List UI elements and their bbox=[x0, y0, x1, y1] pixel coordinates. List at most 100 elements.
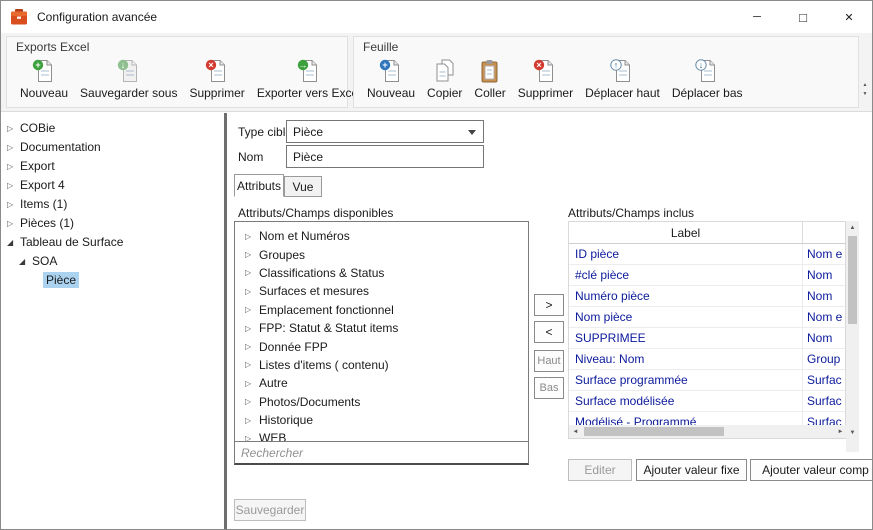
tree-item-export-4[interactable]: ▷ Export 4 bbox=[1, 176, 223, 194]
tree-item-tableau-de-surface[interactable]: ◢ Tableau de Surface bbox=[1, 233, 223, 251]
add-fixed-value-button[interactable]: Ajouter valeur fixe bbox=[636, 459, 747, 481]
available-item[interactable]: ▷ Classifications & Status bbox=[235, 264, 528, 282]
save-button[interactable]: Sauvegarder bbox=[234, 499, 306, 521]
move-down-button[interactable]: Bas bbox=[534, 377, 564, 399]
sheet-new-button[interactable]: + Nouveau bbox=[361, 56, 421, 103]
close-button[interactable]: ✕ bbox=[826, 1, 872, 33]
exports-delete-button[interactable]: × Supprimer bbox=[183, 56, 250, 103]
tab-vue[interactable]: Vue bbox=[284, 176, 322, 197]
collapsed-triangle-icon[interactable]: ▷ bbox=[245, 397, 259, 406]
available-item[interactable]: ▷ FPP: Statut & Statut items bbox=[235, 319, 528, 337]
add-computed-value-button[interactable]: Ajouter valeur comp bbox=[750, 459, 873, 481]
collapsed-triangle-icon[interactable]: ▷ bbox=[245, 268, 259, 277]
scroll-down-icon[interactable]: ▼ bbox=[846, 426, 859, 439]
included-fields-title: Attributs/Champs inclus bbox=[568, 206, 694, 220]
available-item[interactable]: ▷ Groupes bbox=[235, 245, 528, 263]
scroll-up-icon[interactable]: ▲ bbox=[846, 221, 859, 234]
available-item[interactable]: ▷ Surfaces et mesures bbox=[235, 282, 528, 300]
sheet-paste-button[interactable]: Coller bbox=[468, 56, 511, 103]
svg-text:↓: ↓ bbox=[121, 60, 126, 70]
toolbar-overflow-control[interactable]: ▲ ▼ bbox=[860, 83, 870, 97]
included-row[interactable]: Numéro pièce Nom bbox=[569, 286, 845, 307]
tree-item-documentation[interactable]: ▷ Documentation bbox=[1, 138, 223, 156]
collapsed-triangle-icon[interactable]: ▷ bbox=[245, 434, 259, 441]
toolbar: Exports Excel + Nouveau bbox=[1, 33, 872, 112]
collapsed-triangle-icon[interactable]: ▷ bbox=[7, 181, 20, 190]
collapsed-triangle-icon[interactable]: ▷ bbox=[245, 342, 259, 351]
collapsed-triangle-icon[interactable]: ▷ bbox=[245, 232, 259, 241]
sheet-copy-button[interactable]: Copier bbox=[421, 56, 468, 103]
column-header-label[interactable]: Label bbox=[569, 222, 803, 243]
horizontal-scrollbar[interactable]: ◄ ► bbox=[569, 425, 847, 438]
minimize-button[interactable]: ─ bbox=[734, 1, 780, 33]
window-controls: ─ □ ✕ bbox=[734, 1, 872, 33]
toolbar-group-exports-excel: Exports Excel + Nouveau bbox=[6, 36, 348, 108]
included-row[interactable]: Nom pièce Nom e bbox=[569, 307, 845, 328]
sheet-delete-button[interactable]: × Supprimer bbox=[512, 56, 579, 103]
collapsed-triangle-icon[interactable]: ▷ bbox=[245, 324, 259, 333]
collapsed-triangle-icon[interactable]: ▷ bbox=[245, 250, 259, 259]
collapsed-triangle-icon[interactable]: ▷ bbox=[7, 143, 20, 152]
expanded-triangle-icon[interactable]: ◢ bbox=[19, 257, 32, 266]
vertical-scrollbar-thumb[interactable] bbox=[848, 236, 857, 324]
included-row[interactable]: Niveau: Nom Group bbox=[569, 349, 845, 370]
move-right-button[interactable]: > bbox=[534, 294, 564, 316]
exports-new-button[interactable]: + Nouveau bbox=[14, 56, 74, 103]
column-header-category[interactable] bbox=[803, 222, 845, 243]
collapsed-triangle-icon[interactable]: ▷ bbox=[7, 162, 20, 171]
available-item[interactable]: ▷ WEB bbox=[235, 429, 528, 441]
panel-splitter[interactable] bbox=[224, 113, 227, 529]
included-row[interactable]: #clé pièce Nom bbox=[569, 265, 845, 286]
collapsed-triangle-icon[interactable]: ▷ bbox=[245, 416, 259, 425]
move-sheet-down-button[interactable]: ↓ Déplacer bas bbox=[666, 56, 749, 103]
nom-input[interactable] bbox=[286, 145, 484, 168]
available-fields-title: Attributs/Champs disponibles bbox=[238, 206, 393, 220]
new-export-icon: + bbox=[31, 58, 57, 84]
type-cible-select[interactable]: Pièce bbox=[286, 120, 484, 143]
available-item[interactable]: ▷ Autre bbox=[235, 374, 528, 392]
tree-item-soa[interactable]: ◢ SOA bbox=[1, 252, 223, 270]
collapsed-triangle-icon[interactable]: ▷ bbox=[7, 124, 20, 133]
move-left-button[interactable]: < bbox=[534, 321, 564, 343]
expanded-triangle-icon[interactable]: ◢ bbox=[7, 238, 20, 247]
tree-item-pieces[interactable]: ▷ Pièces (1) bbox=[1, 214, 223, 232]
included-row[interactable]: ID pièce Nom e bbox=[569, 244, 845, 265]
available-item[interactable]: ▷ Listes d'items ( contenu) bbox=[235, 356, 528, 374]
edit-button[interactable]: Editer bbox=[568, 459, 632, 481]
tab-attributs[interactable]: Attributs bbox=[234, 174, 284, 197]
paste-icon bbox=[477, 58, 503, 84]
tree-item-piece[interactable]: Pièce bbox=[1, 271, 223, 289]
titlebar: Configuration avancée ─ □ ✕ bbox=[1, 1, 872, 33]
collapsed-triangle-icon[interactable]: ▷ bbox=[245, 305, 259, 314]
export-to-excel-button[interactable]: → Exporter vers Excel bbox=[251, 56, 367, 103]
available-item[interactable]: ▷ Nom et Numéros bbox=[235, 227, 528, 245]
search-input[interactable] bbox=[235, 441, 528, 463]
scroll-left-icon[interactable]: ◄ bbox=[569, 425, 582, 438]
available-item[interactable]: ▷ Historique bbox=[235, 411, 528, 429]
available-item[interactable]: ▷ Photos/Documents bbox=[235, 393, 528, 411]
available-item[interactable]: ▷ Donnée FPP bbox=[235, 337, 528, 355]
included-row[interactable]: Surface modélisée Surfac bbox=[569, 391, 845, 412]
maximize-button[interactable]: □ bbox=[780, 1, 826, 33]
included-row[interactable]: Surface programmée Surfac bbox=[569, 370, 845, 391]
move-up-button[interactable]: Haut bbox=[534, 350, 564, 372]
available-item[interactable]: ▷ Emplacement fonctionnel bbox=[235, 301, 528, 319]
selected-tree-item-label: Pièce bbox=[43, 272, 79, 288]
collapsed-triangle-icon[interactable]: ▷ bbox=[245, 287, 259, 296]
collapsed-triangle-icon[interactable]: ▷ bbox=[7, 200, 20, 209]
collapsed-triangle-icon[interactable]: ▷ bbox=[245, 379, 259, 388]
vertical-scrollbar[interactable]: ▲ ▼ bbox=[846, 221, 859, 439]
available-fields-list: ▷ Nom et Numéros ▷ Groupes ▷ Classificat… bbox=[235, 222, 528, 441]
delete-sheet-icon: × bbox=[532, 58, 558, 84]
move-down-icon: ↓ bbox=[694, 58, 720, 84]
collapsed-triangle-icon[interactable]: ▷ bbox=[7, 219, 20, 228]
included-row[interactable]: SUPPRIMEE Nom bbox=[569, 328, 845, 349]
tree-item-export[interactable]: ▷ Export bbox=[1, 157, 223, 175]
horizontal-scrollbar-thumb[interactable] bbox=[584, 427, 724, 436]
tree-item-cobie[interactable]: ▷ COBie bbox=[1, 119, 223, 137]
collapsed-triangle-icon[interactable]: ▷ bbox=[245, 360, 259, 369]
tree-item-items[interactable]: ▷ Items (1) bbox=[1, 195, 223, 213]
advanced-configuration-window: Configuration avancée ─ □ ✕ Exports Exce… bbox=[0, 0, 873, 530]
move-sheet-up-button[interactable]: ↑ Déplacer haut bbox=[579, 56, 666, 103]
exports-save-as-button[interactable]: ↓ Sauvegarder sous bbox=[74, 56, 183, 103]
